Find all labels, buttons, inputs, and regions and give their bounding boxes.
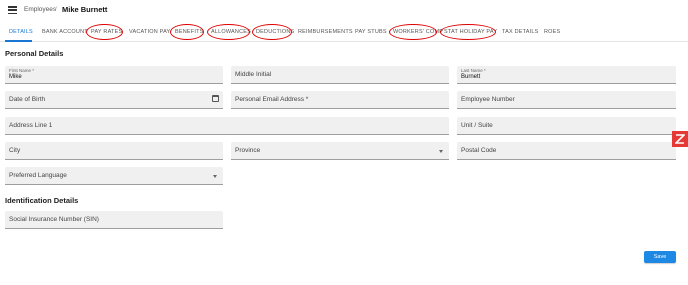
tab-vacation-pay[interactable]: VACATION PAY [129,29,170,35]
date-of-birth-field[interactable]: Date of Birth [5,91,223,109]
postal-code-field[interactable]: Postal Code [457,142,676,160]
tab-pay-stubs[interactable]: PAY STUBS [355,29,387,35]
address-line-1-field[interactable]: Address Line 1 [5,117,449,135]
sin-field[interactable]: Social Insurance Number (SIN) [5,211,223,229]
tab-details[interactable]: DETAILS [9,29,33,35]
city-field[interactable]: City [5,142,223,160]
calendar-icon[interactable] [212,95,219,102]
app-header: Employees / Mike Burnett [0,0,688,22]
tab-bank-account[interactable]: BANK ACCOUNT [42,29,88,35]
chevron-down-icon [213,175,217,178]
unit-suite-field[interactable]: Unit / Suite [457,117,676,135]
employee-number-field[interactable]: Employee Number [457,91,676,109]
employee-number-placeholder: Employee Number [461,96,515,103]
annotation-circle-allowances [207,24,250,40]
breadcrumb-employees[interactable]: Employees [24,6,56,13]
tab-reimbursements[interactable]: REIMBURSEMENTS [298,29,353,35]
annotation-circle-benefits [170,24,204,40]
tab-roes[interactable]: ROES [544,29,560,35]
personal-email-field[interactable]: Personal Email Address * [231,91,449,109]
identification-details-heading: Identification Details [5,196,79,205]
tab-tax-details[interactable]: TAX DETAILS [502,29,539,35]
first-name-label: First Name * [9,68,35,73]
preferred-language-placeholder: Preferred Language [9,172,67,179]
first-name-field[interactable]: First Name * Mike [5,66,223,84]
personal-email-placeholder: Personal Email Address * [235,96,309,103]
postal-code-placeholder: Postal Code [461,147,497,154]
unit-suite-placeholder: Unit / Suite [461,122,493,129]
middle-initial-field[interactable]: Middle Initial [231,66,449,84]
menu-icon[interactable] [8,6,17,15]
province-placeholder: Province [235,147,261,154]
breadcrumb-separator: / [55,6,57,13]
middle-initial-placeholder: Middle Initial [235,71,272,78]
save-button[interactable]: Save [644,251,676,263]
annotation-circle-workers-comp [389,24,437,40]
annotation-circle-deductions [252,24,292,40]
city-placeholder: City [9,147,21,154]
last-name-field[interactable]: Last Name * Burnett [457,66,676,84]
province-select[interactable]: Province [231,142,449,160]
last-name-value: Burnett [461,74,481,80]
preferred-language-select[interactable]: Preferred Language [5,167,223,185]
last-name-label: Last Name * [461,68,486,73]
chevron-down-icon [439,150,443,153]
sin-placeholder: Social Insurance Number (SIN) [9,216,99,223]
help-widget-button[interactable] [672,131,688,147]
address-line-1-placeholder: Address Line 1 [9,122,53,129]
first-name-value: Mike [9,74,22,80]
page-title: Mike Burnett [62,5,108,14]
date-of-birth-placeholder: Date of Birth [9,96,46,103]
active-tab-indicator [5,40,32,42]
annotation-circle-pay-rates [86,24,123,40]
logo-icon [675,134,685,144]
personal-details-heading: Personal Details [5,49,64,58]
annotation-circle-stat-holiday-pay [440,24,496,40]
